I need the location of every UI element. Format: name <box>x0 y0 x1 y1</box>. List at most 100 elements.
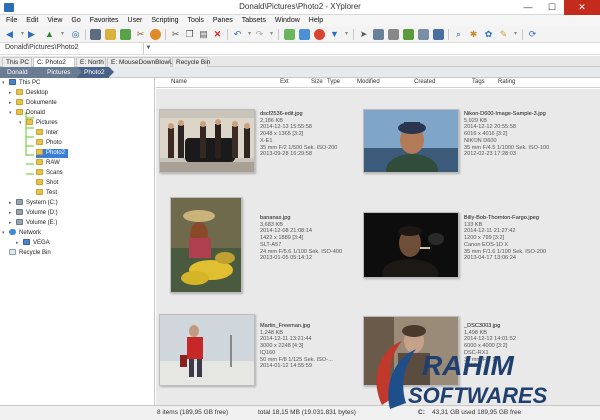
tab-bar: This PC C: Photo2 E: North E: MouseDownB… <box>0 56 600 67</box>
tree-item-recycle-bin[interactable]: Recycle Bin <box>9 249 51 258</box>
tree-item-this-pc[interactable]: ▾ This PC <box>2 79 40 88</box>
up-icon[interactable]: ▲ <box>44 29 55 40</box>
settings-icon[interactable]: ✱ <box>468 29 479 40</box>
file-meta-nikon-d600: Nikon-D600-Image-Sample-3.jpg 5,929 KB 2… <box>464 111 550 158</box>
tab-north[interactable]: E: North <box>76 57 106 67</box>
phone-icon[interactable] <box>284 29 295 40</box>
thumbnail-martin-freeman[interactable] <box>159 314 255 386</box>
brush-icon[interactable]: ✎ <box>498 29 509 40</box>
tree-item-inter[interactable]: Inter <box>36 129 58 138</box>
tab-photo2[interactable]: C: Photo2 <box>33 57 75 67</box>
status-item-count: 8 items (189,95 GB free) <box>157 409 229 416</box>
back-icon[interactable]: ◀ <box>4 29 15 40</box>
color-filter-icon[interactable] <box>314 29 325 40</box>
move-icon[interactable]: ✂ <box>135 29 146 40</box>
address-dropdown-icon[interactable]: ▼ <box>143 43 153 54</box>
cut-icon[interactable]: ✂ <box>170 29 181 40</box>
menu-file[interactable]: File <box>6 15 17 26</box>
column-name[interactable]: Name <box>171 79 187 85</box>
thumbnail-view-icon[interactable] <box>433 29 444 40</box>
file-meta-dscf2536: dscf2536-edit.jpg 2,186 KB 2014-12-13 15… <box>260 111 338 158</box>
filter-dropdown-icon[interactable]: ▾ <box>341 29 352 40</box>
target-icon[interactable]: ◎ <box>70 29 81 40</box>
tree-item-dokumente[interactable]: ▸ Dokumente <box>9 99 57 108</box>
tree-item-vega[interactable]: ▸ VEGA <box>16 239 50 248</box>
thumbnail-nikon-d600[interactable] <box>363 109 459 173</box>
menu-tools[interactable]: Tools <box>188 15 204 26</box>
search-icon[interactable]: ⌕ <box>453 29 464 40</box>
menu-tabsets[interactable]: Tabsets <box>242 15 266 26</box>
address-bar[interactable]: Donald\Pictures\Photo2 ▼ <box>0 43 600 55</box>
send-icon[interactable]: ➤ <box>358 29 369 40</box>
menu-go[interactable]: Go <box>71 15 80 26</box>
tree-item-volume-d[interactable]: ▸ Volume (D:) <box>9 209 58 218</box>
thumbnail-image <box>160 315 254 385</box>
column-ext[interactable]: Ext <box>280 79 289 85</box>
brush-dropdown-icon[interactable]: ▾ <box>510 29 521 40</box>
tree-item-pictures[interactable]: ▾ Pictures <box>19 119 58 128</box>
thumbnail-image <box>364 110 458 172</box>
menu-help[interactable]: Help <box>309 15 323 26</box>
undo-icon[interactable]: ↶ <box>232 29 243 40</box>
tag-icon[interactable]: ✿ <box>483 29 494 40</box>
list-view-icon[interactable] <box>418 29 429 40</box>
up-dropdown-icon[interactable]: ▾ <box>57 29 68 40</box>
menu-user[interactable]: User <box>128 15 143 26</box>
thumbnail-billy-bob-thornton[interactable] <box>363 212 459 278</box>
folder-icon <box>36 189 43 195</box>
copy-icon[interactable]: ❐ <box>184 29 195 40</box>
folder-open-icon[interactable] <box>105 29 116 40</box>
breadcrumb-pictures[interactable]: Pictures <box>40 67 82 78</box>
thumbnail-dscf2536[interactable] <box>159 109 255 173</box>
burn-icon[interactable] <box>150 29 161 40</box>
menu-window[interactable]: Window <box>275 15 300 26</box>
menu-favorites[interactable]: Favorites <box>90 15 119 26</box>
folder-icon <box>36 129 43 135</box>
tree-item-network[interactable]: ▾ Network <box>2 229 41 238</box>
folder-icon <box>36 149 43 155</box>
column-modified[interactable]: Modified <box>357 79 380 85</box>
tab-this-pc[interactable]: This PC <box>2 57 32 67</box>
column-created[interactable]: Created <box>414 79 435 85</box>
photo-icon[interactable] <box>120 29 131 40</box>
forward-icon[interactable]: ▶ <box>26 29 37 40</box>
tree-item-desktop[interactable]: ▸ Desktop <box>9 89 48 98</box>
paste-icon[interactable]: ▤ <box>198 29 209 40</box>
tree-item-volume-e[interactable]: ▸ Volume (E:) <box>9 219 57 228</box>
tab-recycle-bin[interactable]: Recycle Bin <box>172 57 210 67</box>
minimize-button[interactable]: — <box>516 0 540 15</box>
pane-icon[interactable] <box>373 29 384 40</box>
delete-icon[interactable]: ✕ <box>212 29 223 40</box>
tree-item-donald[interactable]: ▾ Donald <box>9 109 45 118</box>
tree-item-raw[interactable]: RAW <box>36 159 60 168</box>
tree-item-photo2[interactable]: Photo2 <box>36 149 69 158</box>
maximize-button[interactable]: ☐ <box>540 0 564 15</box>
tree-icon[interactable] <box>403 29 414 40</box>
clipboard-icon[interactable] <box>299 29 310 40</box>
tree-item-test[interactable]: Test <box>36 189 57 198</box>
folder-icon <box>26 119 33 125</box>
filter-icon[interactable]: ▼ <box>329 29 340 40</box>
menu-panes[interactable]: Panes <box>213 15 233 26</box>
thumbnail-bananas[interactable] <box>170 197 242 293</box>
refresh-icon[interactable]: ⟳ <box>527 29 538 40</box>
address-input[interactable]: Donald\Pictures\Photo2 <box>5 44 79 51</box>
menu-edit[interactable]: Edit <box>26 15 38 26</box>
menu-scripting[interactable]: Scripting <box>151 15 178 26</box>
breadcrumb-donald[interactable]: Donald <box>0 67 45 78</box>
tree-item-scans[interactable]: Scans <box>36 169 63 178</box>
menu-view[interactable]: View <box>47 15 62 26</box>
redo-dropdown-icon[interactable]: ▾ <box>266 29 277 40</box>
column-tags[interactable]: Tags <box>472 79 485 85</box>
column-size[interactable]: Size <box>311 79 323 85</box>
column-type[interactable]: Type <box>327 79 340 85</box>
tree-item-shot[interactable]: Shot <box>36 179 58 188</box>
tree-item-system-c[interactable]: ▸ System (C:) <box>9 199 58 208</box>
dual-pane-icon[interactable] <box>388 29 399 40</box>
column-rating[interactable]: Rating <box>498 79 515 85</box>
monitor-icon[interactable] <box>90 29 101 40</box>
tab-mousedownblowup[interactable]: E: MouseDownBlowUp <box>107 57 177 67</box>
tree-item-photo[interactable]: Photo <box>36 139 62 148</box>
redo-icon[interactable]: ↷ <box>254 29 265 40</box>
close-button[interactable]: ✕ <box>564 0 600 15</box>
